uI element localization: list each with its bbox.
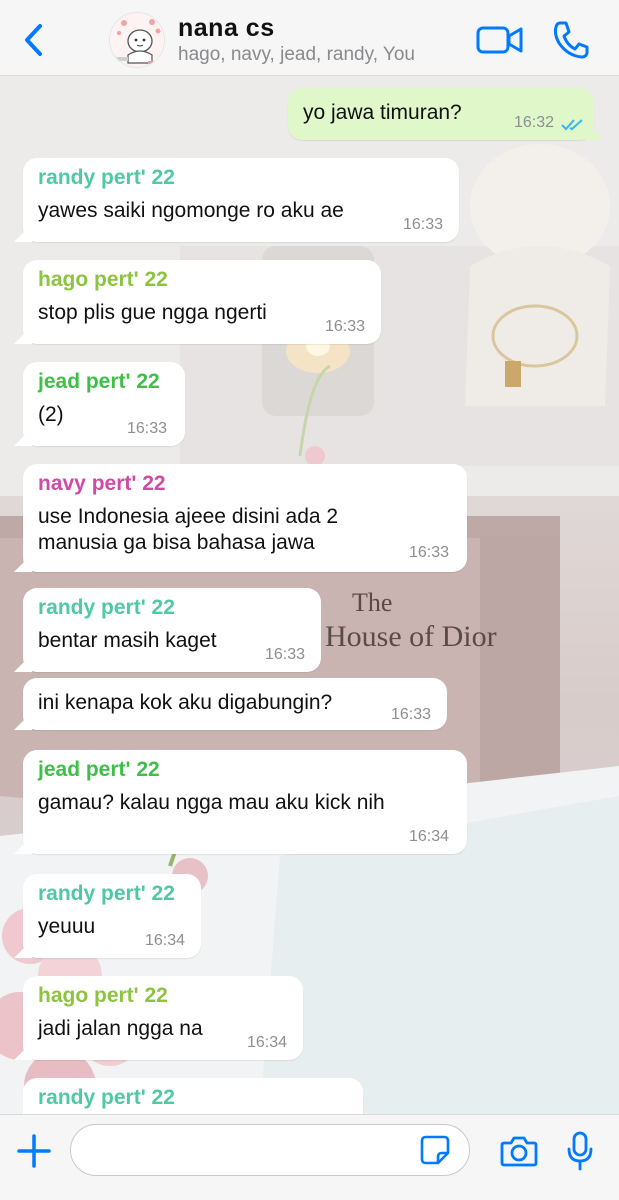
chat-header: nana cs hago, navy, jead, randy, You bbox=[0, 0, 619, 76]
message-text-line: manusia ga bisa bahasa jawa bbox=[38, 531, 315, 554]
message-bubble-incoming[interactable]: jead pert' 22 gamau? kalau ngga mau aku … bbox=[23, 750, 467, 854]
message-bubble-incoming[interactable]: ini kenapa kok aku digabungin? 16:33 bbox=[23, 678, 447, 730]
message-sender[interactable]: hago pert' 22 bbox=[38, 984, 168, 1008]
message-input[interactable] bbox=[70, 1124, 470, 1176]
message-bubble-incoming[interactable]: randy pert' 22 yawes saiki ngomonge ro a… bbox=[23, 158, 459, 242]
message-time: 16:33 bbox=[403, 216, 444, 233]
message-bubble-incoming[interactable]: navy pert' 22 use Indonesia ajeee disini… bbox=[23, 464, 467, 572]
message-bubble-incoming[interactable]: randy pert' 22 bentar masih kaget 16:33 bbox=[23, 588, 321, 672]
message-bubble-incoming[interactable]: randy pert' 22 bbox=[23, 1078, 363, 1114]
message-text: bentar masih kaget bbox=[38, 629, 217, 652]
camera-button[interactable] bbox=[500, 1135, 538, 1167]
phone-icon bbox=[553, 21, 589, 59]
video-camera-icon bbox=[476, 26, 523, 54]
back-button[interactable] bbox=[20, 22, 50, 58]
message-time: 16:34 bbox=[247, 1034, 288, 1051]
chevron-left-icon bbox=[25, 24, 42, 56]
message-sender[interactable]: randy pert' 22 bbox=[38, 166, 175, 190]
message-text: ini kenapa kok aku digabungin? bbox=[38, 691, 333, 714]
microphone-icon bbox=[567, 1131, 593, 1171]
message-text: jadi jalan ngga na bbox=[38, 1017, 203, 1040]
voice-call-button[interactable] bbox=[552, 20, 590, 60]
message-text: gamau? kalau ngga mau aku kick nih bbox=[38, 791, 385, 814]
avatar-drawing-icon bbox=[110, 13, 164, 67]
message-time: 16:33 bbox=[127, 420, 168, 437]
message-time: 16:32 bbox=[514, 114, 555, 131]
plus-icon bbox=[17, 1134, 51, 1168]
message-time: 16:33 bbox=[391, 706, 432, 723]
message-bubble-incoming[interactable]: jead pert' 22 (2) 16:33 bbox=[23, 362, 185, 446]
video-call-button[interactable] bbox=[476, 24, 524, 56]
sticker-button[interactable] bbox=[420, 1135, 450, 1165]
message-sender[interactable]: jead pert' 22 bbox=[38, 758, 160, 782]
sticker-icon bbox=[420, 1135, 450, 1165]
message-text: yo jawa timuran? bbox=[303, 101, 462, 124]
read-ticks-icon bbox=[561, 119, 583, 131]
message-sender[interactable]: randy pert' 22 bbox=[38, 882, 175, 906]
message-sender[interactable]: randy pert' 22 bbox=[38, 1086, 175, 1110]
message-time: 16:33 bbox=[409, 544, 450, 561]
message-text: yawes saiki ngomonge ro aku ae bbox=[38, 199, 344, 222]
message-bubble-incoming[interactable]: randy pert' 22 yeuuu 16:34 bbox=[23, 874, 201, 958]
message-time: 16:33 bbox=[265, 646, 306, 663]
attach-button[interactable] bbox=[16, 1133, 52, 1169]
message-sender[interactable]: hago pert' 22 bbox=[38, 268, 168, 292]
voice-message-button[interactable] bbox=[566, 1131, 594, 1171]
message-time: 16:34 bbox=[409, 828, 450, 845]
message-sender[interactable]: navy pert' 22 bbox=[38, 472, 166, 496]
message-sender[interactable]: jead pert' 22 bbox=[38, 370, 160, 394]
chat-members[interactable]: hago, navy, jead, randy, You bbox=[178, 44, 415, 66]
message-text: stop plis gue ngga ngerti bbox=[38, 301, 267, 324]
message-list[interactable]: yo jawa timuran? 16:32 randy pert' 22 ya… bbox=[0, 76, 619, 1114]
message-time: 16:33 bbox=[325, 318, 366, 335]
message-time: 16:34 bbox=[145, 932, 186, 949]
chat-title[interactable]: nana cs bbox=[178, 14, 275, 43]
message-sender[interactable]: randy pert' 22 bbox=[38, 596, 175, 620]
message-bubble-incoming[interactable]: hago pert' 22 stop plis gue ngga ngerti … bbox=[23, 260, 381, 344]
camera-icon bbox=[500, 1136, 538, 1167]
message-text: (2) bbox=[38, 403, 64, 426]
composer-bar bbox=[0, 1114, 619, 1200]
message-bubble-outgoing[interactable]: yo jawa timuran? 16:32 bbox=[288, 88, 594, 140]
group-avatar[interactable] bbox=[109, 12, 165, 68]
message-text: yeuuu bbox=[38, 915, 96, 938]
message-bubble-incoming[interactable]: hago pert' 22 jadi jalan ngga na 16:34 bbox=[23, 976, 303, 1060]
